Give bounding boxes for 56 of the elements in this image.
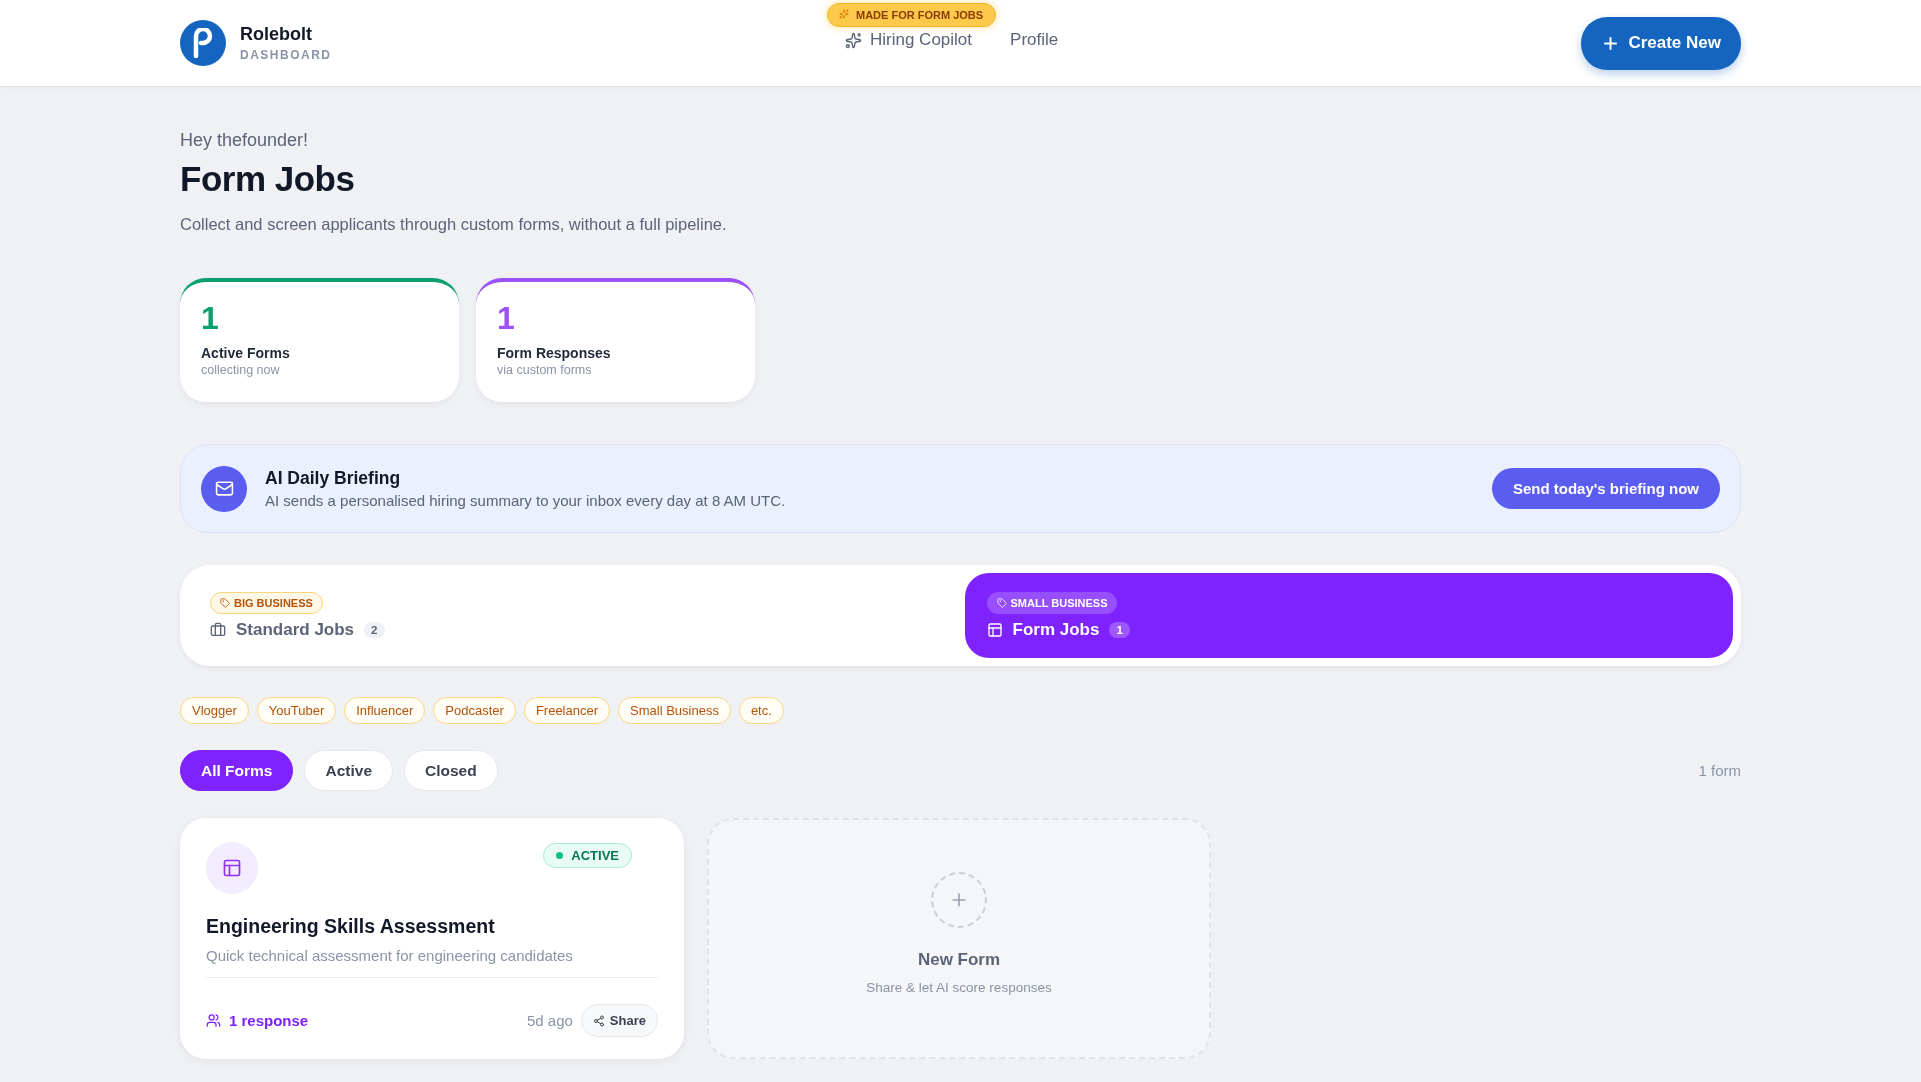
stat-label: Active Forms (201, 345, 291, 361)
audience-tag: Podcaster (433, 697, 516, 724)
sparkles-icon (845, 31, 862, 49)
share-icon (592, 1014, 605, 1027)
stat-label: Form Responses (497, 345, 612, 361)
send-briefing-button[interactable]: Send today's briefing now (1491, 468, 1720, 509)
logo-icon (180, 20, 226, 66)
stat-value: 1 (497, 300, 516, 337)
job-type-tab[interactable]: BIG BUSINESS Standard Jobs 2 (188, 573, 957, 658)
mail-icon (201, 465, 247, 512)
job-type-tab[interactable]: SMALL BUSINESS Form Jobs 1 (964, 573, 1733, 658)
new-form-card[interactable]: New Form Share & let AI score responses (707, 818, 1211, 1059)
form-title: Engineering Skills Assessment (206, 915, 496, 938)
stat-value: 1 (201, 300, 220, 337)
filter-tab[interactable]: Active (304, 750, 393, 791)
responses-link[interactable]: 1 response (206, 1012, 309, 1029)
form-card[interactable]: ACTIVE Engineering Skills Assessment Quick technical assessment for engineering candidates 1 response 5d ago Share (180, 818, 684, 1059)
share-button[interactable]: Share (580, 1004, 658, 1037)
page-subtitle: Collect and screen applicants through custom forms, without a full pipeline. (180, 215, 728, 234)
form-description: Quick technical assessment for engineering candidates (206, 947, 658, 978)
category-badge: BIG BUSINESS (210, 591, 323, 614)
briefcase-icon (210, 621, 226, 638)
count-badge: 2 (364, 621, 385, 638)
sparkle-icon (839, 9, 849, 19)
feature-badge: MADE FOR FORM JOBS (827, 3, 997, 27)
stat-caption: collecting now (201, 363, 281, 377)
brand-name: Rolebolt (240, 24, 313, 45)
audience-tag: etc. (738, 697, 784, 724)
plus-icon (931, 872, 987, 928)
new-form-caption: Share & let AI score responses (866, 980, 1052, 995)
brand-subtitle: DASHBOARD (240, 48, 332, 62)
page-title: Form Jobs (180, 159, 356, 199)
greeting: Hey thefounder! (180, 130, 310, 151)
audience-tag: Vlogger (180, 697, 249, 724)
new-form-title: New Form (917, 950, 1001, 970)
job-type-label: Standard Jobs (236, 619, 355, 640)
job-type-label: Form Jobs (1012, 619, 1100, 640)
create-new-button[interactable]: Create New (1581, 16, 1741, 70)
form-age: 5d ago (526, 1012, 573, 1029)
audience-tag: Small Business (618, 697, 731, 724)
audience-tag: Freelancer (523, 697, 610, 724)
status-badge: ACTIVE (543, 843, 632, 868)
briefing-title: AI Daily Briefing (265, 468, 402, 489)
form-count: 1 form (1698, 762, 1741, 779)
filter-tab[interactable]: All Forms (180, 750, 294, 791)
layout-icon (986, 621, 1003, 638)
nav-link[interactable]: Profile (1010, 30, 1059, 50)
layout-icon (206, 842, 258, 894)
count-badge: 1 (1109, 621, 1130, 638)
briefing-text: AI sends a personalised hiring summary to your inbox every day at 8 AM UTC. (265, 492, 787, 509)
users-icon (206, 1013, 221, 1028)
audience-tag: Influencer (344, 697, 426, 724)
category-badge: SMALL BUSINESS (986, 591, 1118, 614)
audience-tag: YouTuber (256, 697, 337, 724)
filter-tab[interactable]: Closed (404, 750, 498, 791)
stat-caption: via custom forms (497, 363, 593, 377)
